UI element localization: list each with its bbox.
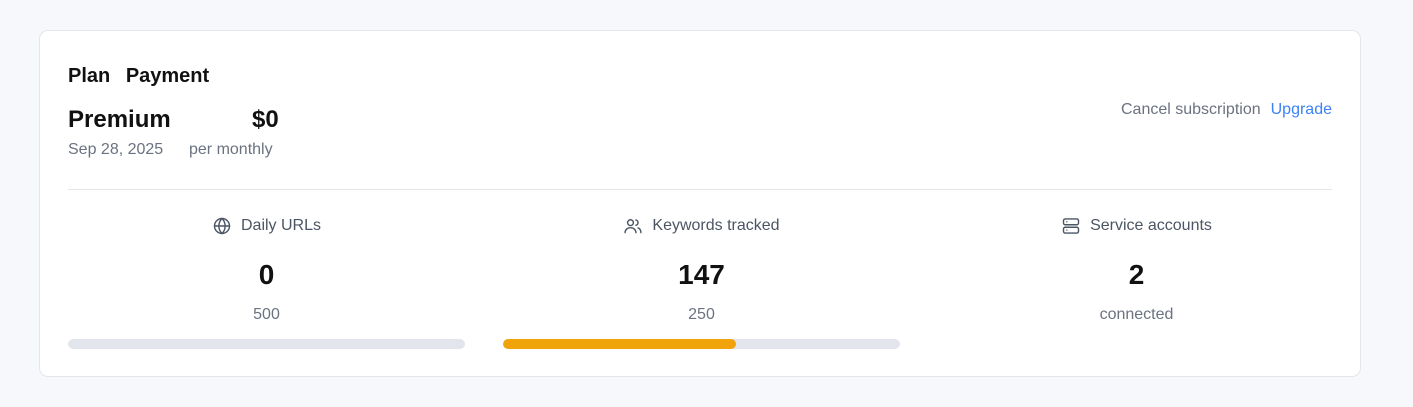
stat-label: Service accounts bbox=[1090, 217, 1212, 234]
plan-name: Premium bbox=[68, 106, 171, 133]
plan-heading: Plan bbox=[68, 65, 111, 87]
stat-label-row: Daily URLs bbox=[212, 216, 321, 236]
payment-heading: Payment bbox=[125, 65, 210, 87]
cancel-subscription-link[interactable]: Cancel subscription bbox=[1121, 101, 1261, 119]
plan-date: Sep 28, 2025 bbox=[68, 141, 164, 158]
stat-value: 0 bbox=[258, 259, 275, 290]
stat-limit: 500 bbox=[253, 306, 280, 323]
progress-bar-keywords bbox=[503, 339, 900, 349]
stat-status: connected bbox=[1099, 306, 1174, 323]
progress-bar-daily-urls bbox=[68, 339, 465, 349]
stat-label-row: Service accounts bbox=[1061, 216, 1212, 236]
globe-icon bbox=[213, 217, 231, 235]
section-headings: Plan Payment bbox=[68, 65, 219, 88]
server-icon bbox=[1062, 218, 1080, 234]
upgrade-link[interactable]: Upgrade bbox=[1271, 101, 1332, 119]
plan-period: per monthly bbox=[189, 141, 273, 158]
users-icon bbox=[624, 219, 643, 234]
stat-limit: 250 bbox=[688, 306, 715, 323]
stat-value: 2 bbox=[1128, 259, 1145, 290]
plan-price: $0 bbox=[252, 106, 279, 133]
stat-daily-urls: Daily URLs 0 500 bbox=[68, 216, 465, 325]
divider bbox=[68, 189, 1332, 190]
stat-label: Daily URLs bbox=[240, 217, 321, 234]
stat-keywords-tracked: Keywords tracked 147 250 bbox=[503, 216, 900, 325]
plan-card: Plan Payment Premium $0 Sep 28, 2025 per… bbox=[39, 30, 1361, 377]
stat-service-accounts: Service accounts 2 connected bbox=[938, 216, 1335, 325]
stat-label: Keywords tracked bbox=[652, 217, 780, 234]
progress-fill bbox=[503, 339, 737, 349]
stat-value: 147 bbox=[678, 259, 725, 290]
stat-label-row: Keywords tracked bbox=[623, 216, 780, 236]
subscription-actions: Cancel subscription Upgrade bbox=[1121, 101, 1332, 119]
